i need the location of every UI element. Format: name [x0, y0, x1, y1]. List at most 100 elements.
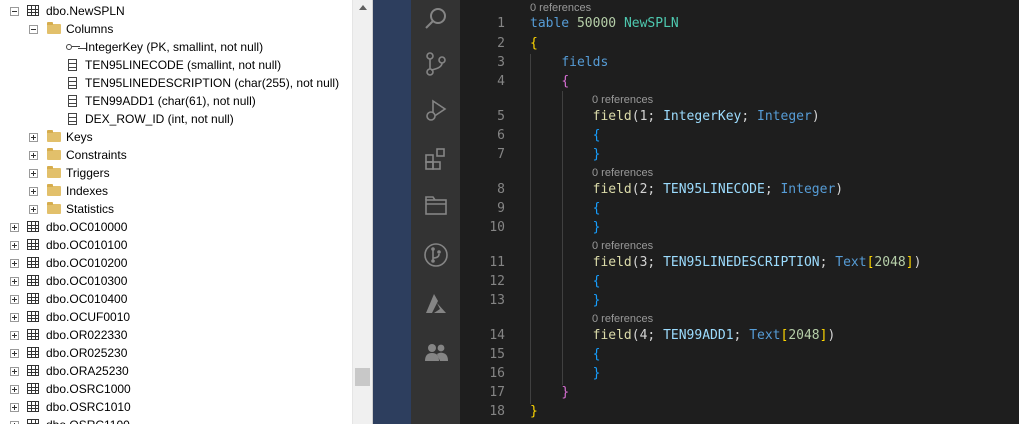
expand-icon[interactable] [10, 295, 19, 304]
code-line[interactable]: 15 { [460, 346, 1019, 364]
table-icon [27, 401, 39, 412]
tree-node-keys-folder[interactable]: Keys [0, 128, 352, 146]
code-line[interactable]: 9 { [460, 200, 1019, 218]
collapse-icon[interactable] [10, 7, 19, 16]
tree-node-constraints-folder[interactable]: Constraints [0, 146, 352, 164]
tree-node-table-newspln[interactable]: dbo.NewSPLN [0, 2, 352, 20]
tree-node-column[interactable]: DEX_ROW_ID (int, not null) [0, 110, 352, 128]
line-number: 11 [489, 255, 505, 270]
tree-node-table[interactable]: dbo.OSRC1010 [0, 398, 352, 416]
activity-accounts[interactable] [411, 333, 460, 369]
code-token: ) [811, 109, 820, 124]
vertical-scrollbar[interactable] [352, 0, 372, 424]
code-token: 2048 [874, 255, 906, 270]
code-editor[interactable]: 0 references 0 references 0 references 0… [460, 0, 1019, 424]
expand-icon[interactable] [10, 241, 19, 250]
code-line[interactable]: 7 } [460, 146, 1019, 164]
code-token: (4; [631, 328, 664, 343]
tree-node-table[interactable]: dbo.OSRC1100 [0, 416, 352, 424]
activity-source-control[interactable] [411, 45, 460, 81]
code-line[interactable]: 1 table 50000 NewSPLN [460, 15, 1019, 33]
expand-icon[interactable] [10, 403, 19, 412]
tree-node-statistics-folder[interactable]: Statistics [0, 200, 352, 218]
activity-run-debug[interactable] [411, 91, 460, 127]
tree-node-table[interactable]: dbo.OC010400 [0, 290, 352, 308]
expand-icon[interactable] [10, 385, 19, 394]
code-line[interactable]: 10 } [460, 219, 1019, 237]
expand-icon[interactable] [29, 133, 38, 142]
tree-node-table[interactable]: dbo.ORA25230 [0, 362, 352, 380]
code-line[interactable]: 6 { [460, 127, 1019, 145]
code-text: field(1; IntegerKey; Integer) [530, 108, 820, 126]
code-line[interactable]: 4 { [460, 73, 1019, 91]
codelens-references[interactable]: 0 references [592, 93, 653, 107]
expand-icon[interactable] [29, 169, 38, 178]
codelens-references[interactable]: 0 references [592, 239, 653, 253]
code-line[interactable]: 8 field(2; TEN95LINECODE; Integer) [460, 181, 1019, 199]
table-icon [27, 419, 39, 424]
codelens-references[interactable]: 0 references [592, 166, 653, 180]
code-line[interactable]: 16 } [460, 365, 1019, 383]
tree-node-indexes-folder[interactable]: Indexes [0, 182, 352, 200]
scrollbar-thumb[interactable] [355, 368, 370, 386]
code-token: (2; [631, 182, 664, 197]
activity-git-graph[interactable] [411, 236, 460, 272]
code-line[interactable]: 5 field(1; IntegerKey; Integer) [460, 108, 1019, 126]
tree-node-table[interactable]: dbo.OC010100 [0, 236, 352, 254]
tree-node-label: dbo.OC010300 [46, 274, 128, 288]
expand-icon[interactable] [29, 205, 38, 214]
tree-node-table[interactable]: dbo.OSRC1000 [0, 380, 352, 398]
expand-icon[interactable] [10, 277, 19, 286]
line-number: 1 [497, 16, 505, 31]
code-line[interactable]: 14 field(4; TEN99ADD1; Text[2048]) [460, 327, 1019, 345]
line-number: 2 [497, 36, 505, 51]
expand-icon[interactable] [10, 223, 19, 232]
code-token: 2048 [788, 328, 820, 343]
table-icon [27, 293, 39, 304]
codelens-references[interactable]: 0 references [530, 1, 591, 15]
code-line[interactable]: 17 } [460, 384, 1019, 402]
tree-node-column[interactable]: TEN95LINECODE (smallint, not null) [0, 56, 352, 74]
tree-node-column[interactable]: TEN95LINEDESCRIPTION (char(255), not nul… [0, 74, 352, 92]
code-text: { [530, 273, 601, 291]
expand-icon[interactable] [10, 349, 19, 358]
activity-search[interactable] [411, 0, 460, 36]
tree-node-table[interactable]: dbo.OC010300 [0, 272, 352, 290]
code-token: field [592, 182, 632, 197]
tree-node-table[interactable]: dbo.OCUF0010 [0, 308, 352, 326]
tree-node-label: dbo.OC010000 [46, 220, 128, 234]
tree-node-column[interactable]: TEN99ADD1 (char(61), not null) [0, 92, 352, 110]
tree-node-columns-folder[interactable]: Columns [0, 20, 352, 38]
folder-icon [47, 130, 61, 142]
tree-node-column[interactable]: IntegerKey (PK, smallint, not null) [0, 38, 352, 56]
expand-icon[interactable] [10, 313, 19, 322]
activity-azure[interactable] [411, 285, 460, 321]
expand-icon[interactable] [29, 151, 38, 160]
activity-explorer[interactable] [411, 187, 460, 223]
table-icon [27, 329, 39, 340]
code-line[interactable]: 3 fields [460, 54, 1019, 72]
expand-icon[interactable] [10, 367, 19, 376]
scroll-up-arrow-icon[interactable] [359, 5, 367, 10]
expand-icon[interactable] [29, 187, 38, 196]
code-line[interactable]: 2{ [460, 35, 1019, 53]
expand-icon[interactable] [10, 259, 19, 268]
tree-node-table[interactable]: dbo.OR022330 [0, 326, 352, 344]
code-token: } [592, 147, 601, 162]
tree-node-table[interactable]: dbo.OC010000 [0, 218, 352, 236]
tree-node-table[interactable]: dbo.OC010200 [0, 254, 352, 272]
expand-icon[interactable] [10, 331, 19, 340]
run-debug-icon [426, 99, 447, 121]
codelens-references[interactable]: 0 references [592, 312, 653, 326]
code-text: field(4; TEN99ADD1; Text[2048]) [530, 327, 836, 345]
code-line[interactable]: 11 field(3; TEN95LINEDESCRIPTION; Text[2… [460, 254, 1019, 272]
tree-node-table[interactable]: dbo.OR025230 [0, 344, 352, 362]
activity-extensions[interactable] [411, 140, 460, 176]
tree-node-triggers-folder[interactable]: Triggers [0, 164, 352, 182]
table-icon [27, 257, 39, 268]
code-line[interactable]: 12 { [460, 273, 1019, 291]
code-line[interactable]: 18} [460, 403, 1019, 421]
code-line[interactable]: 13 } [460, 292, 1019, 310]
collapse-icon[interactable] [29, 25, 38, 34]
